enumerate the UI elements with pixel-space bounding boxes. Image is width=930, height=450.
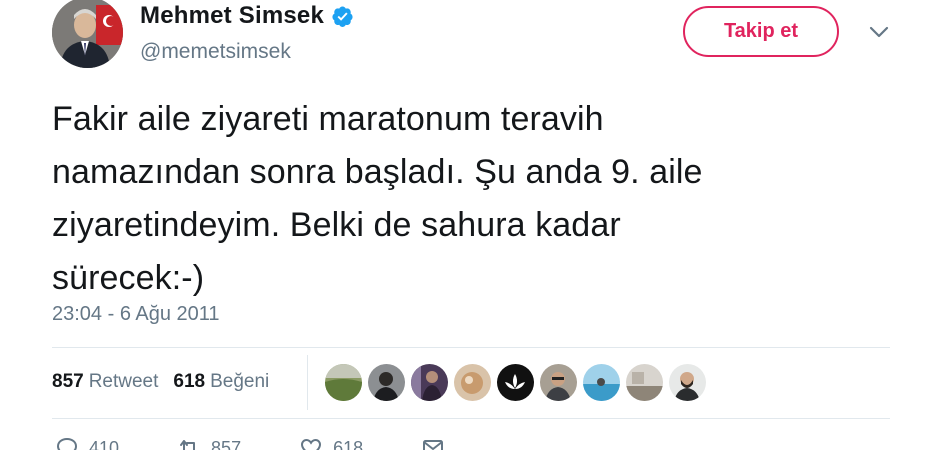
stats-separator xyxy=(307,355,308,410)
liker-avatar[interactable] xyxy=(669,364,706,401)
reply-button[interactable]: 410 xyxy=(55,436,119,450)
tweet-line: sürecek:-) xyxy=(52,259,205,297)
tweet-stats: 857 Retweet 618 Beğeni xyxy=(52,371,269,393)
retweet-label[interactable]: Retweet xyxy=(89,371,159,393)
avatar-interior-icon xyxy=(626,364,663,401)
profile-avatar[interactable] xyxy=(52,0,123,68)
like-button[interactable]: 618 xyxy=(299,436,363,450)
retweet-count[interactable]: 857 xyxy=(52,371,84,393)
tweet-text: Fakir aile ziyareti maratonum teravih na… xyxy=(52,93,892,305)
user-handle[interactable]: @memetsimsek xyxy=(140,40,291,64)
chevron-down-icon[interactable] xyxy=(868,24,890,40)
liker-avatar[interactable] xyxy=(497,364,534,401)
avatar-portrait-purple-icon xyxy=(411,364,448,401)
likers-list xyxy=(325,364,712,401)
profile-photo xyxy=(52,0,123,68)
tweet-line: namazından sonra başladı. Şu anda 9. ail… xyxy=(52,153,703,191)
user-name-row[interactable]: Mehmet Simsek xyxy=(140,2,354,30)
liker-avatar[interactable] xyxy=(411,364,448,401)
avatar-person-glasses-icon xyxy=(540,364,577,401)
retweet-icon xyxy=(180,440,198,450)
action-bar: 410 857 618 xyxy=(55,436,503,450)
heart-icon xyxy=(301,438,322,450)
liker-avatar[interactable] xyxy=(454,364,491,401)
avatar-food-icon xyxy=(454,364,491,401)
action-retweet-count: 857 xyxy=(211,437,242,450)
liker-avatar[interactable] xyxy=(583,364,620,401)
reply-icon xyxy=(56,437,78,450)
avatar-sea-icon xyxy=(583,364,620,401)
tweet-timestamp[interactable]: 23:04 - 6 Ağu 2011 xyxy=(52,303,220,326)
avatar-person-car-icon xyxy=(368,364,405,401)
follow-button[interactable]: Takip et xyxy=(683,6,839,57)
divider xyxy=(52,347,890,348)
liker-avatar[interactable] xyxy=(540,364,577,401)
reply-count: 410 xyxy=(89,437,120,450)
user-name[interactable]: Mehmet Simsek xyxy=(140,2,324,30)
liker-avatar[interactable] xyxy=(325,364,362,401)
direct-message-button[interactable] xyxy=(421,436,445,450)
envelope-icon xyxy=(423,440,444,450)
liker-avatar[interactable] xyxy=(626,364,663,401)
action-like-count: 618 xyxy=(333,437,364,450)
tweet-line: Fakir aile ziyareti maratonum teravih xyxy=(52,100,604,138)
liker-avatar[interactable] xyxy=(368,364,405,401)
verified-badge-icon xyxy=(332,5,353,27)
avatar-lotus-logo-icon xyxy=(497,364,534,401)
avatar-bearded-man-icon xyxy=(669,364,706,401)
like-count[interactable]: 618 xyxy=(173,371,205,393)
retweet-button[interactable]: 857 xyxy=(177,436,241,450)
tweet-line: ziyaretindeyim. Belki de sahura kadar xyxy=(52,206,621,244)
avatar-landscape-icon xyxy=(325,364,362,401)
divider xyxy=(52,418,890,419)
like-label[interactable]: Beğeni xyxy=(210,371,269,393)
